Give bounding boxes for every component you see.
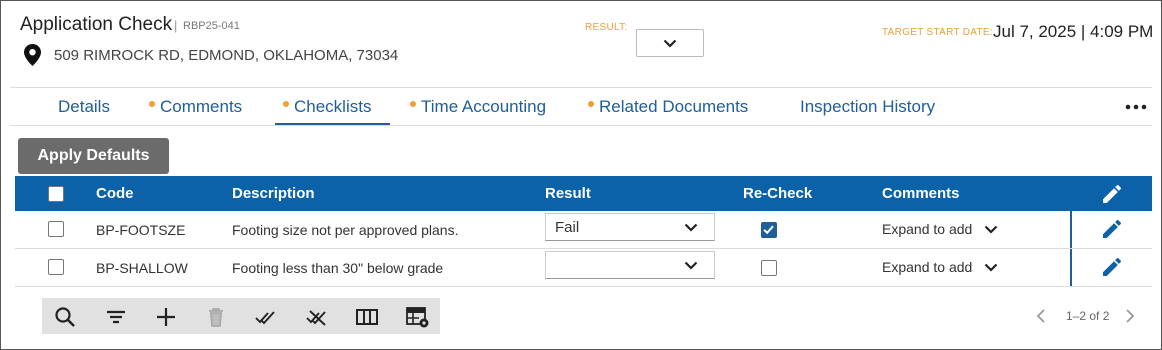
more-options-icon[interactable] (1125, 98, 1147, 119)
pagination-text: 1–2 of 2 (1066, 309, 1110, 323)
tab-label: Time Accounting (421, 97, 547, 116)
chevron-down-icon (984, 225, 998, 234)
unsaved-dot-icon (149, 100, 155, 107)
tab-time-accounting[interactable]: Time Accounting (410, 97, 546, 117)
unsaved-dot-icon (283, 100, 289, 107)
edit-row-icon[interactable] (1100, 217, 1124, 246)
row-divider (15, 286, 1152, 287)
target-start-date-label: TARGET START DATE: (882, 27, 993, 38)
tab-comments[interactable]: Comments (149, 97, 242, 117)
apply-defaults-button[interactable]: Apply Defaults (18, 138, 169, 174)
grid-toolbar (42, 298, 440, 334)
location-pin-icon (24, 44, 41, 71)
column-header-result[interactable]: Result (545, 185, 591, 202)
tab-checklists[interactable]: Checklists (283, 97, 371, 117)
result-dropdown[interactable] (636, 29, 704, 57)
unsaved-dot-icon (410, 100, 416, 107)
delete-icon[interactable] (205, 306, 227, 333)
title-separator: | (174, 18, 178, 33)
column-header-recheck[interactable]: Re-Check (743, 185, 812, 202)
row-select-checkbox[interactable] (48, 221, 64, 237)
check-all-icon[interactable] (254, 306, 278, 333)
tab-inspection-history[interactable]: Inspection History (800, 97, 935, 117)
tab-label: Checklists (294, 97, 372, 116)
address-text: 509 RIMROCK RD, EDMOND, OKLAHOMA, 73034 (54, 47, 399, 64)
row-result-dropdown[interactable]: Fail (545, 213, 715, 241)
comments-expand-toggle[interactable]: Expand to add (882, 259, 998, 275)
uncheck-all-icon[interactable] (305, 306, 329, 333)
comments-expand-label: Expand to add (882, 221, 973, 237)
filter-icon[interactable] (105, 306, 127, 333)
row-result-dropdown[interactable] (545, 251, 715, 279)
row-description: Footing size not per approved plans. (232, 222, 459, 238)
tab-label: Details (58, 97, 110, 116)
checkmark-icon (763, 225, 774, 235)
column-header-description[interactable]: Description (232, 185, 315, 202)
record-code: RBP25-041 (183, 20, 240, 32)
comments-expand-toggle[interactable]: Expand to add (882, 221, 998, 237)
chevron-down-icon (663, 39, 677, 48)
chevron-down-icon (684, 223, 698, 232)
columns-icon[interactable] (355, 306, 379, 333)
tab-related-documents[interactable]: Related Documents (588, 97, 748, 117)
table-settings-icon[interactable] (405, 306, 431, 335)
row-result-value: Fail (555, 219, 580, 236)
column-header-code[interactable]: Code (96, 185, 134, 202)
unsaved-dot-icon (588, 100, 594, 107)
previous-page-icon[interactable] (1036, 308, 1046, 329)
header-divider (10, 87, 1152, 88)
next-page-icon[interactable] (1125, 308, 1135, 329)
select-all-checkbox[interactable] (48, 186, 64, 202)
result-label: RESULT: (585, 22, 628, 33)
edit-all-icon[interactable] (1100, 182, 1124, 211)
tab-details[interactable]: Details (58, 97, 110, 117)
tab-label: Comments (160, 97, 243, 116)
edit-row-icon[interactable] (1100, 255, 1124, 284)
tabs-divider (10, 125, 1152, 126)
page-title: Application Check (20, 14, 173, 35)
target-start-date-value: Jul 7, 2025 | 4:09 PM (993, 22, 1154, 41)
row-code: BP-SHALLOW (96, 260, 188, 276)
comments-expand-label: Expand to add (882, 259, 973, 275)
application-check-panel: Application Check | RBP25-041 509 RIMROC… (0, 0, 1162, 350)
row-select-checkbox[interactable] (48, 259, 64, 275)
search-icon[interactable] (54, 306, 76, 333)
chevron-down-icon (684, 261, 698, 270)
chevron-down-icon (984, 263, 998, 272)
tab-label: Related Documents (599, 97, 749, 116)
add-icon[interactable] (155, 306, 177, 333)
recheck-checkbox[interactable] (761, 222, 777, 238)
tab-label: Inspection History (800, 97, 936, 116)
row-code: BP-FOOTSZE (96, 222, 186, 238)
row-description: Footing less than 30" below grade (232, 260, 444, 276)
recheck-checkbox[interactable] (761, 260, 777, 276)
column-header-comments[interactable]: Comments (882, 185, 960, 202)
